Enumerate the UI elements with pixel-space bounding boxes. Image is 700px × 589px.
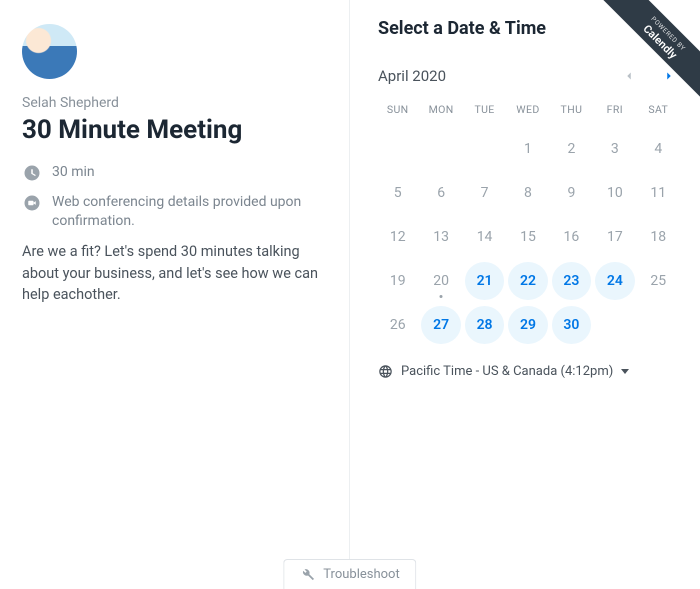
calendar-day: 10: [595, 174, 634, 212]
calendar-day: [421, 130, 460, 168]
calendar-day: 7: [465, 174, 504, 212]
picker-title: Select a Date & Time: [378, 18, 678, 39]
calendar-day: 26: [378, 306, 417, 344]
calendar-day: [378, 130, 417, 168]
wrench-icon: [300, 567, 315, 582]
calendar-day-available[interactable]: 28: [465, 306, 504, 344]
troubleshoot-label: Troubleshoot: [323, 567, 399, 582]
video-icon: [22, 193, 42, 213]
host-avatar: [22, 24, 77, 79]
calendar-day: 25: [639, 262, 678, 300]
calendar-day: 18: [639, 218, 678, 256]
calendar-day-available[interactable]: 23: [552, 262, 591, 300]
calendar-day: 9: [552, 174, 591, 212]
calendar-day: 8: [508, 174, 547, 212]
calendar-day-available[interactable]: 22: [508, 262, 547, 300]
calendar-day: 4: [639, 130, 678, 168]
calendar-day: 19: [378, 262, 417, 300]
timezone-selector[interactable]: Pacific Time - US & Canada (4:12pm): [378, 364, 678, 379]
calendar-day: 16: [552, 218, 591, 256]
calendar-day: 11: [639, 174, 678, 212]
month-label: April 2020: [378, 67, 446, 85]
dow-header: FRI: [595, 103, 634, 124]
duration-text: 30 min: [52, 163, 95, 182]
date-picker-panel: Select a Date & Time April 2020 SUNMONTU…: [350, 0, 700, 589]
calendar-day-available[interactable]: 29: [508, 306, 547, 344]
calendar-day: [465, 130, 504, 168]
timezone-label: Pacific Time - US & Canada (4:12pm): [401, 364, 613, 379]
clock-icon: [22, 163, 42, 183]
calendar-day: [595, 306, 634, 344]
calendar-day: 5: [378, 174, 417, 212]
event-description: Are we a fit? Let's spend 30 minutes tal…: [22, 241, 321, 306]
calendar-day-available[interactable]: 24: [595, 262, 634, 300]
dow-header: SAT: [639, 103, 678, 124]
duration-row: 30 min: [22, 163, 321, 183]
calendar-day: 12: [378, 218, 417, 256]
next-month-button[interactable]: [660, 67, 678, 85]
calendar-day: 17: [595, 218, 634, 256]
calendar-day: 6: [421, 174, 460, 212]
event-details-panel: Selah Shepherd 30 Minute Meeting 30 min …: [0, 0, 350, 589]
calendar-day: [639, 306, 678, 344]
location-text: Web conferencing details provided upon c…: [52, 193, 321, 231]
calendar-day-available[interactable]: 30: [552, 306, 591, 344]
calendar-day: 3: [595, 130, 634, 168]
dow-header: MON: [421, 103, 460, 124]
dow-header: SUN: [378, 103, 417, 124]
calendar-day: 2: [552, 130, 591, 168]
globe-icon: [378, 364, 393, 379]
calendar-day-available[interactable]: 27: [421, 306, 460, 344]
calendar-day: 15: [508, 218, 547, 256]
dow-header: THU: [552, 103, 591, 124]
calendar-day: 14: [465, 218, 504, 256]
calendar-grid: SUNMONTUEWEDTHUFRISAT1234567891011121314…: [378, 103, 678, 344]
caret-down-icon: [621, 369, 629, 374]
troubleshoot-button[interactable]: Troubleshoot: [283, 559, 416, 589]
calendar-day: 13: [421, 218, 460, 256]
event-title: 30 Minute Meeting: [22, 115, 321, 145]
location-row: Web conferencing details provided upon c…: [22, 193, 321, 231]
calendar-day: 20: [421, 262, 460, 300]
host-name: Selah Shepherd: [22, 95, 321, 111]
prev-month-button[interactable]: [620, 67, 638, 85]
calendar-day-available[interactable]: 21: [465, 262, 504, 300]
dow-header: WED: [508, 103, 547, 124]
calendar-day: 1: [508, 130, 547, 168]
dow-header: TUE: [465, 103, 504, 124]
